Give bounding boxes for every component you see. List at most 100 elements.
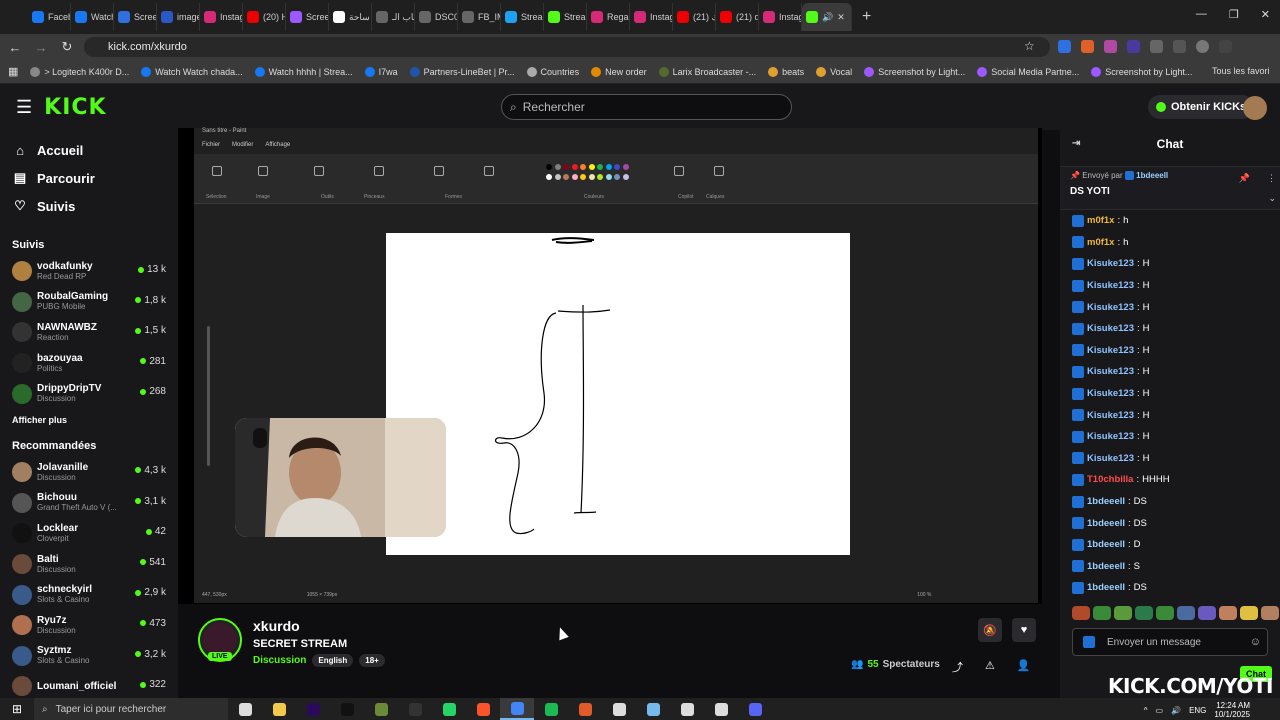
- channel-item[interactable]: Locklear Cloverpit 42: [0, 518, 178, 549]
- browser-tab[interactable]: Instag: [630, 3, 673, 31]
- user-avatar[interactable]: [1243, 96, 1267, 120]
- chat-username[interactable]: Kisuke123: [1087, 345, 1134, 356]
- share-icon[interactable]: ⤴: [952, 659, 963, 675]
- windows-start-icon[interactable]: ⊞: [0, 702, 34, 716]
- channel-item[interactable]: Jolavanille Discussion 4,3 k: [0, 457, 178, 488]
- follow-button[interactable]: ♥: [1012, 618, 1036, 642]
- chat-username[interactable]: Kisuke123: [1087, 453, 1134, 464]
- new-tab-button[interactable]: +: [862, 8, 871, 26]
- nav-item-suivis[interactable]: ♡ Suivis: [0, 192, 178, 220]
- emoji-icon[interactable]: ☺: [1250, 636, 1261, 648]
- extension-icon[interactable]: [1081, 40, 1094, 53]
- channel-item[interactable]: Loumani_officiel 322: [0, 671, 178, 698]
- extension-icon[interactable]: [1127, 40, 1140, 53]
- close-window-icon[interactable]: ✕: [1261, 8, 1270, 21]
- taskbar-app[interactable]: [364, 698, 398, 720]
- bookmark-item[interactable]: I7wa: [364, 66, 398, 77]
- emote-icon[interactable]: [1177, 606, 1195, 620]
- emote-icon[interactable]: [1198, 606, 1216, 620]
- channel-item[interactable]: DrippyDripTV Discussion 268: [0, 378, 178, 409]
- channel-item[interactable]: NAWNAWBZ Reaction 1,5 k: [0, 317, 178, 348]
- nav-item-accueil[interactable]: ⌂ Accueil: [0, 136, 178, 164]
- channel-item[interactable]: Bichouu Grand Theft Auto V (... 3,1 k: [0, 488, 178, 519]
- extension-icon[interactable]: [1104, 40, 1117, 53]
- emote-icon[interactable]: [1114, 606, 1132, 620]
- search-input[interactable]: ⌕ Rechercher: [501, 94, 792, 120]
- browser-tab[interactable]: FB_IMG: [458, 3, 501, 31]
- chat-username[interactable]: 1bdeeell: [1087, 518, 1125, 529]
- taskbar-app[interactable]: [398, 698, 432, 720]
- emote-icon[interactable]: [1219, 606, 1237, 620]
- menu-icon[interactable]: ☰: [16, 97, 32, 118]
- emote-icon[interactable]: [1072, 606, 1090, 620]
- nav-item-parcourir[interactable]: ▤ Parcourir: [0, 164, 178, 192]
- chat-message-input[interactable]: Envoyer un message ☺: [1072, 628, 1268, 656]
- channel-item[interactable]: vodkafunky Red Dead RP 13 k: [0, 256, 178, 287]
- chat-username[interactable]: Kisuke123: [1087, 366, 1134, 377]
- taskbar-app[interactable]: [262, 698, 296, 720]
- bookmark-item[interactable]: New order: [591, 66, 647, 77]
- browser-tab[interactable]: Screen: [114, 3, 157, 31]
- taskbar-app[interactable]: [432, 698, 466, 720]
- taskbar-search[interactable]: ⌕ Taper ici pour rechercher: [34, 698, 228, 720]
- bookmark-item[interactable]: Screenshot by Light...: [1091, 66, 1192, 77]
- chat-username[interactable]: Kisuke123: [1087, 302, 1134, 313]
- emote-icon[interactable]: [1240, 606, 1258, 620]
- pinned-by-user[interactable]: 1bdeeell: [1136, 171, 1168, 180]
- chat-username[interactable]: 1bdeeell: [1087, 561, 1125, 572]
- browser-tab[interactable]: Watch: [71, 3, 114, 31]
- bookmark-item[interactable]: Countries: [526, 66, 579, 77]
- chat-username[interactable]: Kisuke123: [1087, 388, 1134, 399]
- bookmark-item[interactable]: Watch hhhh | Strea...: [254, 66, 353, 77]
- taskbar-app[interactable]: [228, 698, 262, 720]
- taskbar-app[interactable]: [296, 698, 330, 720]
- clock[interactable]: 12:24 AM 10/1/2025: [1214, 701, 1250, 719]
- network-icon[interactable]: ▭: [1156, 706, 1164, 715]
- bookmark-item[interactable]: Screenshot by Light...: [864, 66, 965, 77]
- taskbar-app[interactable]: [670, 698, 704, 720]
- browser-tab[interactable]: Stream: [501, 3, 544, 31]
- chat-username[interactable]: Kisuke123: [1087, 410, 1134, 421]
- browser-menu-icon[interactable]: [1219, 40, 1232, 53]
- more-options-icon[interactable]: ⋮: [1267, 173, 1276, 184]
- url-input[interactable]: kick.com/xkurdo: [84, 37, 1050, 57]
- tag-mature[interactable]: 18+: [359, 654, 385, 667]
- chevron-down-icon[interactable]: ⌄: [1268, 193, 1276, 204]
- get-kicks-button[interactable]: Obtenir KICKs: [1148, 95, 1255, 119]
- language-indicator[interactable]: ENG: [1189, 706, 1206, 715]
- emote-icon[interactable]: [1156, 606, 1174, 620]
- browser-tab[interactable]: (21) di: [716, 3, 759, 31]
- add-friend-icon[interactable]: 👤: [1017, 659, 1031, 675]
- browser-tab[interactable]: (21) ك: [673, 3, 716, 31]
- channel-item[interactable]: Syztmz Slots & Casino 3,2 k: [0, 641, 178, 672]
- browser-tab[interactable]: image: [157, 3, 200, 31]
- volume-icon[interactable]: 🔊: [1171, 706, 1181, 715]
- tag-language[interactable]: English: [312, 654, 354, 667]
- browser-tab[interactable]: Stream: [544, 3, 587, 31]
- channel-item[interactable]: schneckyirl Slots & Casino 2,9 k: [0, 579, 178, 610]
- taskbar-app[interactable]: [738, 698, 772, 720]
- pin-icon[interactable]: 📌: [1239, 173, 1250, 184]
- channel-item[interactable]: Balti Discussion 541: [0, 549, 178, 580]
- chat-username[interactable]: 1bdeeell: [1087, 539, 1125, 550]
- chat-username[interactable]: Kisuke123: [1087, 280, 1134, 291]
- browser-tab[interactable]: (20) Ha: [243, 3, 286, 31]
- download-icon[interactable]: [1173, 40, 1186, 53]
- emote-icon[interactable]: [1135, 606, 1153, 620]
- chat-username[interactable]: m0f1x: [1087, 215, 1114, 226]
- browser-tab[interactable]: باب الـ: [372, 3, 415, 31]
- show-more-link[interactable]: Afficher plus: [0, 409, 178, 431]
- taskbar-app[interactable]: [534, 698, 568, 720]
- notifications-off-button[interactable]: 🔕: [978, 618, 1002, 642]
- chat-username[interactable]: 1bdeeell: [1087, 496, 1125, 507]
- taskbar-app[interactable]: [602, 698, 636, 720]
- channel-item[interactable]: RoubalGaming PUBG Mobile 1,8 k: [0, 287, 178, 318]
- browser-tab[interactable]: Instag: [200, 3, 243, 31]
- chat-username[interactable]: Kisuke123: [1087, 431, 1134, 442]
- tray-chevron-icon[interactable]: ^: [1144, 706, 1148, 715]
- collapse-chat-icon[interactable]: ⇥: [1072, 138, 1080, 149]
- browser-tab[interactable]: Screen: [286, 3, 329, 31]
- forward-icon[interactable]: →: [30, 40, 52, 55]
- taskbar-app[interactable]: [704, 698, 738, 720]
- minimize-icon[interactable]: —: [1196, 8, 1207, 21]
